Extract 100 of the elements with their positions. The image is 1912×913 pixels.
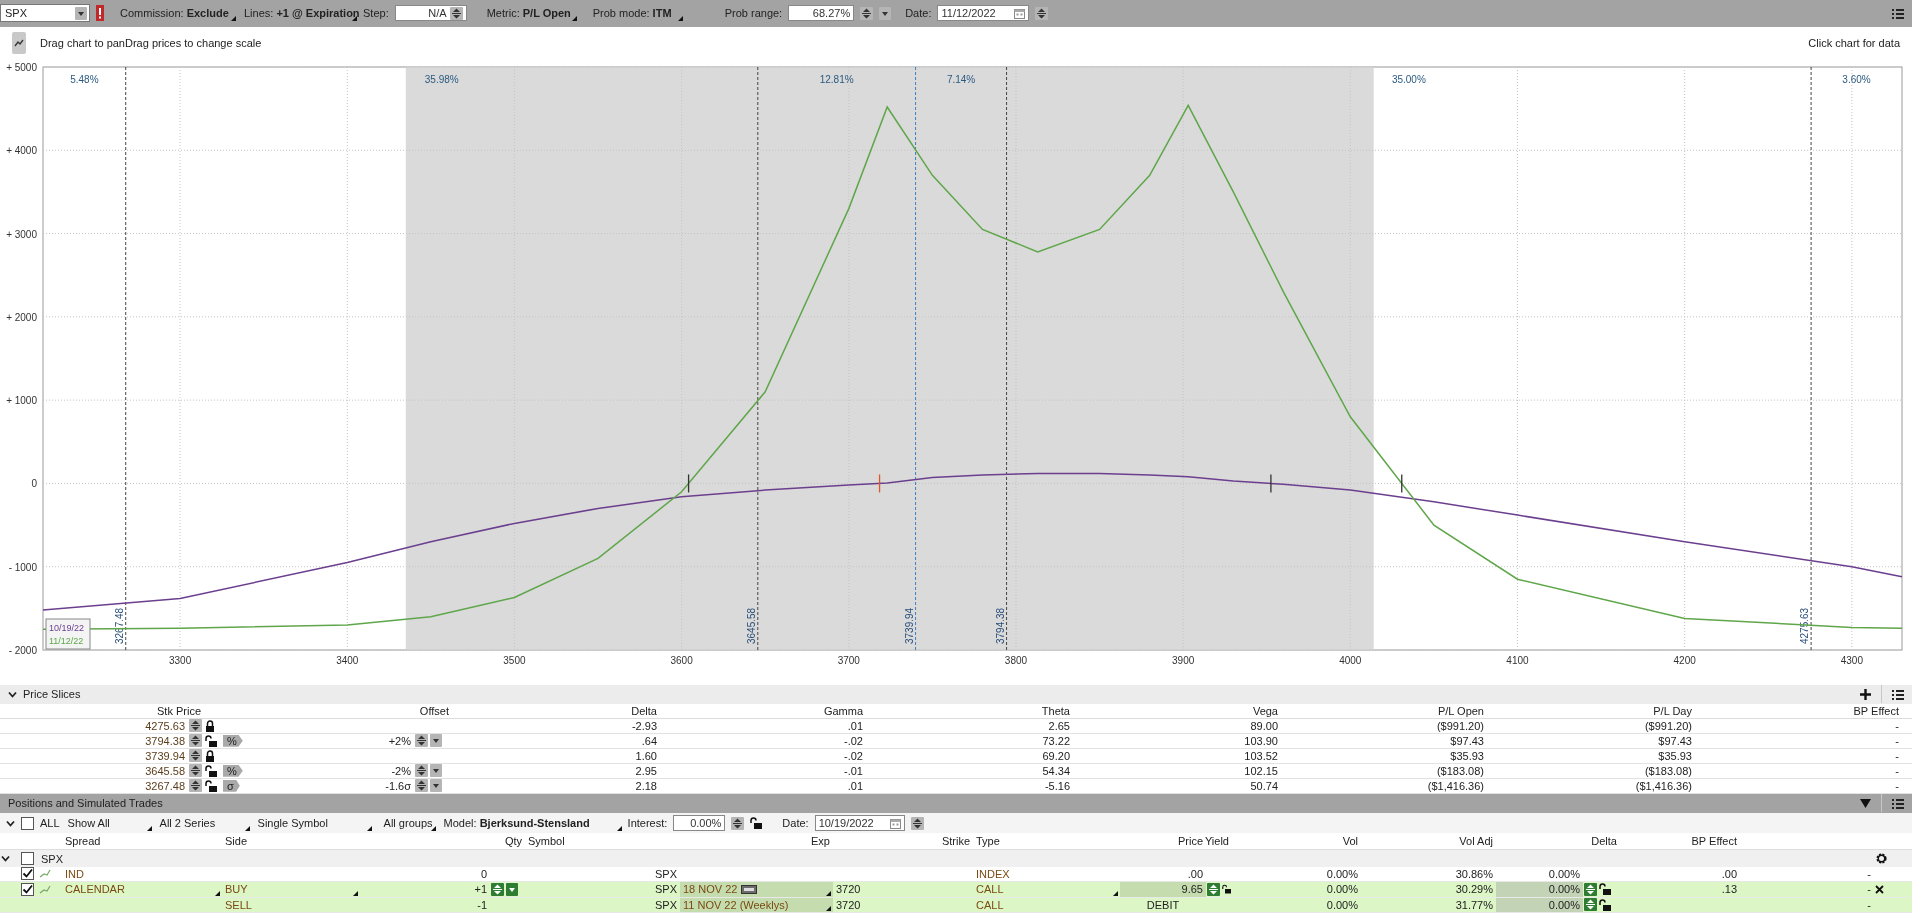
checkbox[interactable] bbox=[21, 816, 34, 830]
checkbox[interactable] bbox=[21, 852, 34, 866]
x-tick-label: 3400 bbox=[336, 654, 359, 666]
spinner-icon[interactable] bbox=[189, 719, 202, 733]
x-tick-label: 3500 bbox=[503, 654, 526, 666]
spinner-icon[interactable] bbox=[189, 734, 202, 748]
table-cell: 3720 bbox=[836, 898, 861, 911]
menu-icon[interactable] bbox=[1892, 688, 1904, 700]
table-cell[interactable]: 3739.94 bbox=[0, 748, 188, 763]
commission-dropdown[interactable]: Commission: Exclude bbox=[118, 3, 236, 24]
offset-unit-tag[interactable]: % bbox=[223, 734, 243, 747]
spinner-icon[interactable] bbox=[189, 749, 202, 763]
table-cell: - bbox=[1867, 867, 1871, 880]
chart-icon[interactable] bbox=[39, 869, 51, 879]
spinner-icon[interactable] bbox=[1035, 6, 1049, 20]
table-cell-text: - bbox=[1894, 763, 1900, 778]
settings-icon[interactable] bbox=[1875, 852, 1888, 866]
table-cell[interactable]: 3645.58 bbox=[0, 763, 188, 778]
table-cell: CALL bbox=[976, 883, 1004, 896]
open-lock-icon[interactable] bbox=[750, 817, 763, 830]
lock-icon[interactable] bbox=[205, 719, 215, 732]
model-dropdown[interactable]: Model: Bjerksund-Stensland bbox=[441, 813, 622, 834]
series-dropdown[interactable]: All 2 Series bbox=[157, 813, 250, 834]
spinner-icon[interactable] bbox=[415, 764, 428, 778]
table-cell: - bbox=[1867, 883, 1871, 896]
symbol-field[interactable]: SPX bbox=[0, 4, 90, 23]
spinner-icon[interactable] bbox=[731, 816, 745, 830]
spinner-icon[interactable] bbox=[189, 764, 202, 778]
table-cell: SPX bbox=[655, 883, 677, 896]
column-header: Stk Price bbox=[156, 703, 202, 718]
open-lock-icon[interactable] bbox=[205, 779, 217, 792]
plus-icon[interactable] bbox=[1860, 688, 1871, 700]
filter-icon[interactable] bbox=[1860, 798, 1871, 808]
spinner-icon[interactable] bbox=[415, 734, 428, 748]
table-cell-text: ($1,416.36) bbox=[1426, 778, 1485, 793]
probability-label: 12.81% bbox=[819, 73, 854, 85]
dropdown-icon[interactable] bbox=[430, 764, 442, 778]
menu-icon[interactable] bbox=[1892, 7, 1904, 19]
show-dropdown[interactable]: Show All bbox=[65, 813, 152, 834]
caret-icon[interactable] bbox=[8, 689, 17, 699]
symbol-mode-dropdown[interactable]: Single Symbol bbox=[255, 813, 372, 834]
table-cell-text: -.02 bbox=[843, 748, 864, 763]
table-cell: 0 bbox=[480, 867, 487, 880]
date-field[interactable]: 10/19/2022 bbox=[814, 815, 905, 832]
table-cell[interactable]: 4275.63 bbox=[0, 718, 188, 733]
checkbox[interactable] bbox=[21, 882, 34, 896]
table-cell-text: - bbox=[1894, 748, 1900, 763]
caret-icon[interactable] bbox=[1, 854, 10, 864]
lock-icon[interactable] bbox=[205, 749, 215, 762]
date-field[interactable]: 11/12/2022 bbox=[937, 5, 1030, 22]
menu-icon[interactable] bbox=[1892, 797, 1904, 809]
chart-settings-icon[interactable] bbox=[12, 32, 26, 55]
spinner-icon[interactable] bbox=[910, 816, 924, 830]
table-cell: .13 bbox=[1721, 883, 1737, 896]
prob-mode-dropdown[interactable]: Prob mode: ITM bbox=[590, 3, 683, 24]
column-header: Strike bbox=[940, 834, 971, 850]
column-header: Side bbox=[224, 834, 249, 850]
table-cell-text: ($991.20) bbox=[1643, 718, 1693, 733]
step-field[interactable]: N/A bbox=[394, 5, 467, 22]
table-cell-text: 69.20 bbox=[1041, 748, 1071, 763]
open-lock-icon[interactable] bbox=[1599, 883, 1611, 896]
y-tick-label: + 2000 bbox=[6, 311, 37, 323]
column-header: Exp bbox=[810, 834, 831, 850]
table-cell[interactable]: 3267.48 bbox=[0, 778, 188, 793]
close-icon[interactable] bbox=[1875, 884, 1884, 894]
prob-range-field[interactable]: 68.27% bbox=[788, 5, 855, 22]
open-lock-icon[interactable] bbox=[205, 764, 217, 777]
price-slice-label: 4275.63 bbox=[1799, 607, 1811, 644]
table-cell: +2% bbox=[388, 734, 411, 747]
column-header: Delta bbox=[630, 703, 658, 718]
metric-dropdown[interactable]: Metric: P/L Open bbox=[484, 3, 577, 24]
lines-dropdown[interactable]: Lines: +1 @ Expiration bbox=[242, 3, 357, 24]
calendar-icon[interactable] bbox=[1014, 7, 1026, 19]
dropdown-corner-icon bbox=[146, 826, 152, 832]
dropdown-corner-icon bbox=[244, 826, 250, 832]
dropdown-icon[interactable] bbox=[879, 6, 892, 20]
open-lock-icon[interactable] bbox=[1599, 898, 1611, 911]
dropdown-icon[interactable] bbox=[430, 779, 442, 793]
dropdown-icon[interactable] bbox=[75, 6, 87, 20]
spinner-icon[interactable] bbox=[415, 779, 428, 793]
spinner-icon[interactable] bbox=[860, 6, 874, 20]
table-cell-text: -.01 bbox=[843, 763, 864, 778]
x-tick-label: 4300 bbox=[1840, 654, 1863, 666]
groups-dropdown[interactable]: All groups bbox=[381, 813, 436, 834]
spinner-icon[interactable] bbox=[189, 779, 202, 793]
table-cell-text: 2.18 bbox=[634, 778, 658, 793]
calendar-icon[interactable] bbox=[889, 817, 901, 829]
spinner-icon[interactable] bbox=[449, 6, 463, 20]
offset-unit-tag[interactable]: % bbox=[223, 764, 243, 777]
open-lock-icon[interactable] bbox=[1222, 883, 1231, 896]
checkbox[interactable] bbox=[21, 867, 34, 881]
interest-field[interactable]: 0.00% bbox=[673, 815, 726, 832]
breakeven-tick bbox=[687, 473, 690, 493]
dropdown-icon[interactable] bbox=[430, 734, 442, 748]
table-cell: .00 bbox=[1721, 867, 1737, 880]
table-cell[interactable]: 3794.38 bbox=[0, 733, 188, 748]
open-lock-icon[interactable] bbox=[205, 734, 217, 747]
caret-icon[interactable] bbox=[6, 818, 15, 828]
table-cell: INDEX bbox=[976, 867, 1010, 880]
offset-unit-tag[interactable]: σ bbox=[223, 779, 240, 792]
